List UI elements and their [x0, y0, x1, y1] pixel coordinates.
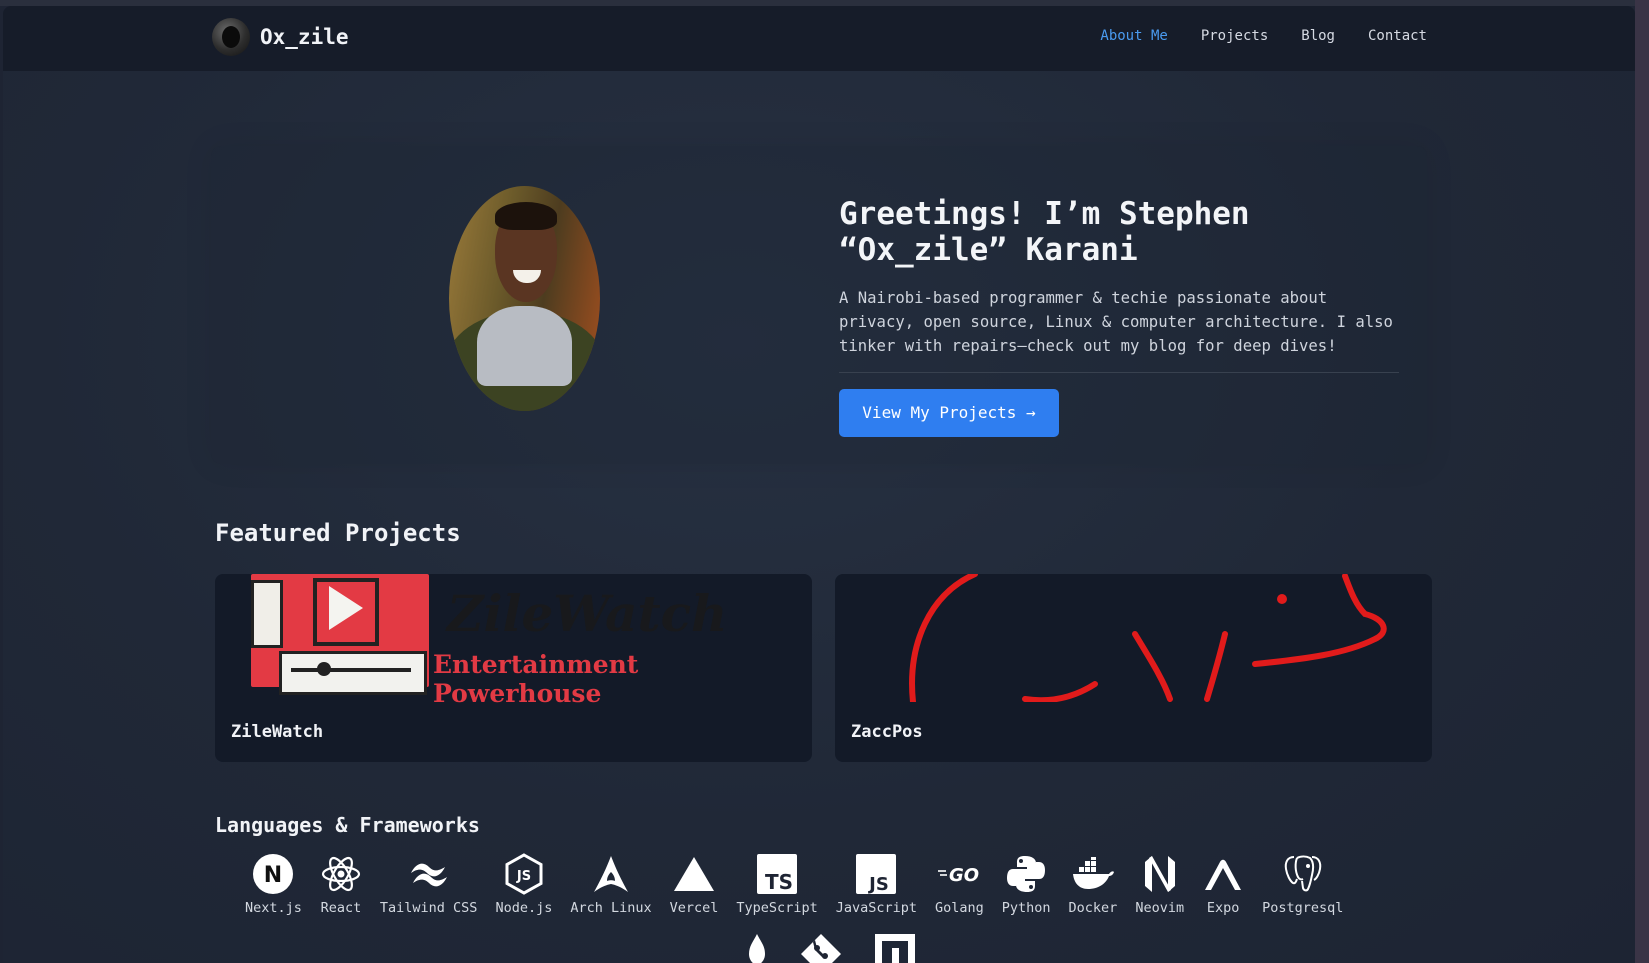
tech-name: Python [1001, 900, 1051, 916]
svg-text:JS: JS [516, 869, 531, 884]
vercel-icon [674, 857, 715, 891]
svg-text:JS: JS [868, 874, 890, 894]
javascript-icon: JS [856, 854, 897, 894]
git-icon [801, 934, 841, 963]
tech-item: Expo [1202, 852, 1244, 916]
navbar: Ox_zile About Me Projects Blog Contact [3, 6, 1635, 71]
tech-name: Expo [1206, 900, 1240, 916]
tech-item: Vercel [669, 852, 719, 916]
zilewatch-logo-text: ZileWatch [447, 584, 728, 643]
tech-name: Neovim [1135, 900, 1185, 916]
project-card-zilewatch[interactable]: ZileWatch Entertainment Powerhouse ZileW… [215, 574, 812, 762]
mongodb-icon [749, 934, 765, 963]
tech-item: TS TypeScript [736, 852, 818, 916]
hero-divider [839, 372, 1399, 373]
nextjs-icon: N [253, 854, 294, 894]
tech-name: Vercel [669, 900, 719, 916]
tech-item: GO Golang [935, 852, 984, 916]
neovim-icon [1144, 856, 1175, 892]
nav-link-about[interactable]: About Me [1100, 28, 1167, 44]
tech-name: TypeScript [736, 900, 818, 916]
svg-text:GO: GO [949, 865, 979, 886]
tech-name: Node.js [495, 900, 553, 916]
brand-name: Ox_zile [260, 25, 349, 49]
tech-item: N Next.js [245, 852, 302, 916]
tech-item: Neovim [1135, 852, 1184, 916]
project-name: ZaccPos [851, 722, 923, 742]
nav-links: About Me Projects Blog Contact [1100, 28, 1427, 44]
tailwind-icon [410, 863, 447, 887]
postgresql-icon [1284, 855, 1321, 892]
tech-name: JavaScript [835, 900, 917, 916]
zilewatch-thumbnail: ZileWatch Entertainment Powerhouse [215, 574, 812, 708]
golang-icon: GO [938, 865, 979, 886]
react-icon [321, 856, 361, 892]
typescript-icon: TS [757, 854, 798, 894]
svg-text:TS: TS [765, 870, 793, 894]
svg-text:N: N [264, 863, 282, 888]
featured-projects-heading: Featured Projects [215, 519, 461, 547]
tech-item: Tailwind CSS [379, 852, 478, 916]
tech-name: Tailwind CSS [379, 900, 478, 916]
tech-name: Golang [934, 900, 984, 916]
tech-item: Python [1002, 852, 1051, 916]
tech-item: Arch Linux [570, 852, 652, 916]
zilewatch-tagline: Entertainment Powerhouse [433, 650, 639, 708]
hero-title: Greetings! I’m Stephen “Ox_zile” Karani [839, 196, 1250, 268]
expo-icon [1205, 859, 1242, 890]
tech-item: Postgresql [1262, 852, 1343, 916]
view-projects-button[interactable]: View My Projects → [839, 389, 1059, 437]
tech-item: React [320, 852, 362, 916]
tech-item: Docker [1068, 852, 1118, 916]
tech-row-2 [747, 934, 915, 963]
window-right-edge [1635, 0, 1649, 963]
hero-description: A Nairobi-based programmer & techie pass… [839, 289, 1393, 355]
nav-link-contact[interactable]: Contact [1368, 28, 1427, 44]
tech-item: JS Node.js [495, 852, 552, 916]
tech-list: N Next.js React Tailwind CSS JS Node.js … [245, 852, 1361, 916]
nav-link-blog[interactable]: Blog [1301, 28, 1335, 44]
project-card-zaccpos[interactable]: ZaccPos [835, 574, 1432, 762]
hero-section: Greetings! I’m Stephen “Ox_zile” Karani … [211, 146, 1427, 464]
project-name: ZileWatch [231, 722, 324, 742]
profile-photo [449, 186, 600, 411]
arch-icon [594, 856, 628, 892]
play-icon [329, 586, 363, 630]
tech-item: JS JavaScript [836, 852, 917, 916]
page: Ox_zile About Me Projects Blog Contact G… [3, 6, 1635, 963]
python-icon [1007, 856, 1046, 892]
brand[interactable]: Ox_zile [212, 18, 349, 56]
zaccpos-thumbnail [909, 574, 1387, 702]
tech-name: Docker [1068, 900, 1118, 916]
tech-name: Postgresql [1262, 900, 1344, 916]
nav-link-projects[interactable]: Projects [1201, 28, 1268, 44]
npm-icon [875, 934, 915, 963]
tech-name: React [320, 900, 362, 916]
brand-logo-icon [212, 18, 250, 56]
tech-name: Arch Linux [570, 900, 652, 916]
tech-name: Next.js [245, 900, 302, 916]
nodejs-icon: JS [505, 853, 543, 895]
docker-icon [1072, 857, 1114, 889]
languages-heading: Languages & Frameworks [215, 813, 480, 837]
hero-text: Greetings! I’m Stephen “Ox_zile” Karani … [839, 196, 1399, 437]
